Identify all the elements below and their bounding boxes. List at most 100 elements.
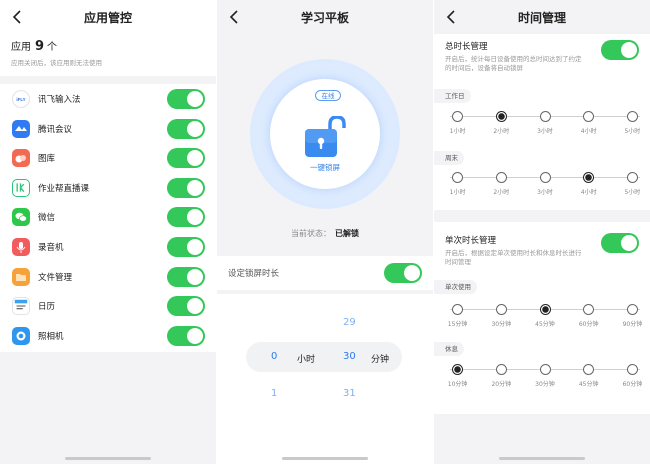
app-name: 微信 [38,213,56,224]
slider-stop-selected[interactable] [452,364,464,375]
rest-chip: 休息 [434,342,464,356]
slider-stop[interactable] [495,364,507,375]
slider-stop[interactable] [583,111,595,122]
slider-stop[interactable] [452,172,464,183]
duration-picker[interactable]: 29 0 小时 30 分钟 1 31 [217,294,433,464]
slider-stop[interactable] [626,364,638,375]
slider-stop[interactable] [495,304,507,315]
page-title: 应用管控 [83,11,132,25]
total-duration-toggle[interactable] [601,40,639,60]
minute-prev[interactable]: 29 [343,317,356,328]
workday-chip: 工作日 [434,89,471,103]
slider-stop[interactable] [452,111,464,122]
single-duration-desc: 开启后，根据设定单次使用时长和休息时长进行时间管理 [445,249,582,266]
tencent-meeting-icon [12,119,30,138]
app-toggle[interactable] [167,237,205,257]
wechat-icon [12,208,30,227]
slider-tick-label: 60分钟 [622,381,643,388]
slider-tick-label: 20分钟 [491,381,512,388]
slider-tick-label: 2小时 [493,128,510,135]
app-toggle[interactable] [167,207,205,228]
list-item: 图库 [0,143,216,173]
current-state: 当前状态： 已解锁 [217,228,433,239]
home-indicator[interactable] [499,457,585,460]
recorder-icon [12,238,30,256]
app-toggle[interactable] [167,325,205,346]
slider-stop[interactable] [626,304,638,315]
minute-unit: 分钟 [371,355,390,365]
slider-stop-selected[interactable] [539,304,551,315]
single-use-slider[interactable]: 15分钟 30分钟 45分钟 60分钟 90分钟 [448,304,642,334]
app-name: 照相机 [38,331,64,342]
slider-tick-label: 1小时 [449,189,466,196]
rest-slider[interactable]: 10分钟 20分钟 30分钟 45分钟 60分钟 [448,364,642,394]
ifly-input-icon: iFLY [12,90,30,108]
one-tap-lock-label[interactable]: 一键锁屏 [217,162,433,173]
home-indicator[interactable] [282,457,368,460]
slider-stop[interactable] [626,111,638,122]
total-duration-card: 总时长管理 开启后，统计每日设备使用的总时间达到了约定的时间后，设备将自动锁屏 … [434,34,650,210]
slider-stop-selected[interactable] [495,111,507,122]
app-list: iFLY 讯飞输入法 腾讯会议 图库 作业帮直播课 微信 录音机 文件管理 日历… [0,84,216,352]
slider-stop[interactable] [626,172,638,183]
app-name: 讯飞输入法 [38,95,81,105]
app-toggle[interactable] [167,296,205,317]
slider-tick-label: 4小时 [580,128,597,135]
slider-stop[interactable] [539,172,551,183]
slider-stop[interactable] [539,111,551,122]
slider-stop-selected[interactable] [583,172,595,183]
app-control-screen: 应用管控 应用 9 个 应用关闭后，该应用则无法使用 iFLY 讯飞输入法 腾讯会议 [0,0,216,464]
slider-tick-label: 3小时 [537,189,553,196]
slider-stop[interactable] [583,364,595,375]
slider-tick-label: 3小时 [537,128,553,135]
lock-duration-toggle[interactable] [384,263,422,283]
app-name: 录音机 [38,243,64,253]
minute-next[interactable]: 31 [343,388,356,399]
list-item: 日历 [0,291,216,321]
slider-tick-label: 5小时 [624,128,641,135]
minute-value[interactable]: 30 [343,351,356,362]
app-count-hint: 应用关闭后，该应用则无法使用 [11,59,102,67]
home-indicator[interactable] [65,457,151,460]
slider-tick-label: 30分钟 [535,381,555,388]
hour-value[interactable]: 0 [271,351,277,362]
slider-tick-label: 90分钟 [622,321,643,328]
slider-tick-label: 1小时 [449,128,466,135]
slider-tick-label: 45分钟 [578,381,599,388]
app-toggle[interactable] [167,266,205,287]
page-title: 学习平板 [300,11,349,25]
slider-stop[interactable] [495,172,507,183]
single-duration-toggle[interactable] [601,233,639,253]
hour-next[interactable]: 1 [271,388,277,399]
slider-tick-label: 45分钟 [535,321,555,328]
lock-duration-row: 设定锁屏时长 [217,256,433,290]
app-count-label: 应用 9 个 [11,38,57,54]
app-name: 腾讯会议 [38,124,73,135]
slider-tick-label: 30分钟 [491,321,512,328]
camera-icon [12,326,30,345]
workday-slider[interactable]: 1小时 2小时 3小时 4小时 5小时 [450,111,640,141]
hour-unit: 小时 [297,355,316,365]
status-badge: 在线 [315,90,341,101]
gallery-icon [12,149,30,168]
app-name: 日历 [38,302,56,313]
app-name: 文件管理 [38,272,73,283]
unlocked-padlock-icon[interactable] [302,115,352,160]
app-toggle[interactable] [167,89,205,109]
app-count-prefix: 应用 [11,42,31,53]
app-toggle[interactable] [167,148,205,169]
slider-tick-label: 5小时 [624,189,641,196]
slider-stop[interactable] [539,364,551,375]
tablet-lock-screen: 学习平板 在线 一键锁屏 当前状态： 已解锁 设定锁屏时长 29 0 小时 30 [217,0,433,464]
list-item: 照相机 [0,321,216,351]
slider-stop[interactable] [583,304,595,315]
weekend-slider[interactable]: 1小时 2小时 3小时 4小时 5小时 [450,172,640,202]
app-toggle[interactable] [167,118,205,139]
app-toggle[interactable] [167,177,205,198]
single-duration-card: 单次时长管理 开启后，根据设定单次使用时长和休息时长进行时间管理 单次使用 15… [434,222,650,414]
current-state-label: 当前状态： [291,229,331,238]
app-count-suffix: 个 [47,42,58,53]
slider-stop[interactable] [452,304,464,315]
list-item: 文件管理 [0,262,216,292]
app-name: 作业帮直播课 [38,183,90,194]
